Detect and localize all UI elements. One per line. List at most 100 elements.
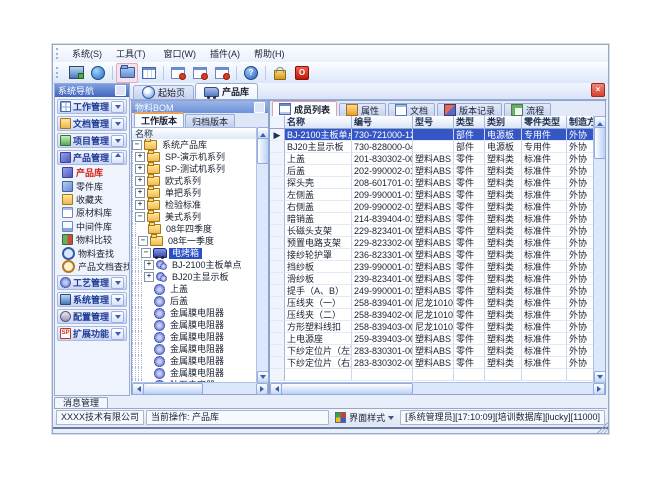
tree-hscroll-thumb[interactable] (143, 383, 203, 395)
sidebar-item-2[interactable]: 收藏夹 (55, 193, 129, 206)
expand-icon[interactable]: + (144, 272, 154, 282)
sidebar-item-1[interactable]: 零件库 (55, 179, 129, 192)
scroll-right-icon[interactable] (593, 383, 605, 395)
resize-grip[interactable] (597, 422, 608, 433)
tree-node[interactable]: +BJ20主显示板 (132, 271, 257, 283)
table-vscroll-thumb[interactable] (594, 127, 606, 159)
table-row[interactable]: 探头壳208-601701-01X塑料ABS零件塑料类标准件外协条 (270, 177, 594, 189)
table-hscroll-thumb[interactable] (281, 383, 413, 395)
expand-icon[interactable]: + (135, 164, 145, 174)
menubar-grip[interactable] (56, 48, 62, 59)
version-tab-0[interactable]: 工作版本 (134, 112, 184, 127)
tree-node[interactable]: 金属膜电阻器 (132, 367, 257, 379)
sidebar-item-4[interactable]: 中间件库 (55, 220, 129, 233)
chevron-down-icon[interactable] (111, 277, 124, 289)
sidebar-group-2[interactable]: 项目管理 (57, 133, 127, 148)
table-row[interactable]: 下纱定位片（右）283-830302-00X塑料ABS零件塑料类标准件外协条 (270, 357, 594, 369)
exit-button[interactable] (291, 63, 313, 83)
chevron-down-icon[interactable] (111, 118, 124, 130)
report-window-3-button[interactable] (211, 63, 233, 83)
expand-icon[interactable]: + (135, 188, 145, 198)
member-tab-3[interactable]: 版本记录 (437, 103, 502, 116)
ui-style-button[interactable]: 界面样式 (331, 411, 398, 424)
table-row[interactable]: 右侧盖209-990002-01X塑料ABS零件塑料类标准件外协条 (270, 201, 594, 213)
column-header-2[interactable]: 型号 (413, 116, 454, 129)
member-tab-1[interactable]: 属性 (339, 103, 386, 116)
scroll-right-icon[interactable] (256, 383, 268, 395)
table-row[interactable]: 方形塑料线扣258-839403-00X尼龙1010零件塑料类标准件外协条 (270, 321, 594, 333)
sidebar-group-3[interactable]: 产品管理 (57, 150, 127, 165)
tree-vscroll-thumb[interactable] (257, 138, 269, 164)
sidebar-item-0[interactable]: 产品库 (55, 166, 129, 179)
column-header-0[interactable]: 名称 (285, 116, 352, 129)
tree-node[interactable]: 金属膜电阻器 (132, 331, 257, 343)
member-tab-2[interactable]: 文档 (388, 103, 435, 116)
menu-item-5[interactable]: 帮助(H) (247, 47, 292, 61)
table-row[interactable]: BJ20主显示板730-828000-04X部件电源板专用件外协颗 (270, 141, 594, 153)
chevron-up-icon[interactable] (111, 152, 124, 164)
column-header-4[interactable]: 类别 (485, 116, 522, 129)
table-horizontal-scrollbar[interactable] (270, 382, 605, 394)
sidebar-group-6[interactable]: 配置管理 (57, 309, 127, 324)
tree-node[interactable]: 金属膜电阻器 (132, 355, 257, 367)
expand-icon[interactable]: + (135, 200, 145, 210)
sidebar-group-1[interactable]: 文档管理 (57, 116, 127, 131)
version-tab-1[interactable]: 归档版本 (185, 114, 235, 127)
tree-horizontal-scrollbar[interactable] (132, 382, 268, 394)
toolbar-grip[interactable] (56, 67, 62, 78)
table-row[interactable]: 暗销盖214-839404-01X塑料ABS零件塑料类标准件外协条 (270, 213, 594, 225)
collapse-icon[interactable]: − (135, 212, 145, 222)
doc-tab-0[interactable]: 起始页 (133, 85, 194, 99)
table-row[interactable] (270, 369, 594, 381)
report-window-1-button[interactable] (167, 63, 189, 83)
table-row[interactable]: 下纱定位片（左）283-830301-00X塑料ABS零件塑料类标准件外协条 (270, 345, 594, 357)
pin-icon[interactable] (115, 85, 126, 96)
help-button[interactable] (240, 63, 262, 83)
web-browse-button[interactable] (87, 63, 109, 83)
open-folder-button[interactable] (116, 63, 138, 83)
chevron-down-icon[interactable] (111, 328, 124, 340)
menu-item-1[interactable]: 工具(T) (109, 47, 153, 61)
collapse-icon[interactable]: − (141, 248, 151, 258)
close-tab-icon[interactable] (591, 83, 605, 97)
table-row[interactable]: ▶BJ-2100主板单点730-721000-12X部件电源板专用件外协颗 (270, 129, 594, 141)
collapse-icon[interactable]: − (138, 236, 148, 246)
column-header-1[interactable]: 编号 (352, 116, 413, 129)
tree-vertical-scrollbar[interactable] (256, 127, 268, 383)
chevron-down-icon[interactable] (111, 311, 124, 323)
member-tab-4[interactable]: 流程 (504, 103, 551, 116)
table-vertical-scrollbar[interactable] (593, 116, 605, 383)
tree-node[interactable]: 金属膜电阻器 (132, 307, 257, 319)
sidebar-group-7[interactable]: SP扩展功能 (57, 326, 127, 341)
table-row[interactable]: 预置电路支架229-823302-00X塑料ABS零件塑料类标准件外协条 (270, 237, 594, 249)
table-row[interactable]: 长磁头支架229-823401-00X塑料ABS零件塑料类标准件外协条 (270, 225, 594, 237)
pin-icon[interactable] (254, 102, 265, 113)
table-row[interactable]: 左侧盖209-990001-01X塑料ABS零件塑料类标准件外协条 (270, 189, 594, 201)
sidebar-item-6[interactable]: 物料查找 (55, 246, 129, 259)
report-window-2-button[interactable] (189, 63, 211, 83)
menu-item-3[interactable]: 窗口(W) (157, 47, 204, 61)
tree-node[interactable]: −08年一季度 (132, 235, 257, 247)
table-row[interactable]: 压线夹（一）258-839401-00X尼龙1010零件塑料类标准件外协条 (270, 297, 594, 309)
column-header-3[interactable]: 类型 (454, 116, 485, 129)
tree-node[interactable]: 金属膜电阻器 (132, 343, 257, 355)
chevron-down-icon[interactable] (111, 101, 124, 113)
expand-icon[interactable]: + (135, 176, 145, 186)
column-header-5[interactable]: 零件类型 (522, 116, 567, 129)
sidebar-group-0[interactable]: 工作管理 (57, 99, 127, 114)
chevron-down-icon[interactable] (111, 294, 124, 306)
table-row[interactable]: 后盖202-990002-01X塑料ABS零件塑料类标准件外协条 (270, 165, 594, 177)
tree-node[interactable]: +BJ-2100主板单点 (132, 259, 257, 271)
sidebar-item-7[interactable]: 产品文档查找 (55, 260, 129, 273)
table-row[interactable]: 滑纱板239-823401-00X塑料ABS零件塑料类标准件外协条 (270, 273, 594, 285)
menu-item-0[interactable]: 系统(S) (65, 47, 109, 61)
table-row[interactable]: 挡纱板239-990001-01X塑料ABS零件塑料类标准件外协条 (270, 261, 594, 273)
tree-node[interactable]: 后盖 (132, 295, 257, 307)
window-grid-button[interactable] (138, 63, 160, 83)
expand-icon[interactable]: + (135, 152, 145, 162)
lock-button[interactable] (269, 63, 291, 83)
table-row[interactable]: 压线夹（二）258-839402-00X尼龙1010零件塑料类标准件外协条 (270, 309, 594, 321)
menu-item-4[interactable]: 插件(A) (203, 47, 247, 61)
sidebar-group-5[interactable]: 系统管理 (57, 292, 127, 307)
member-tab-0[interactable]: 成员列表 (272, 101, 337, 116)
